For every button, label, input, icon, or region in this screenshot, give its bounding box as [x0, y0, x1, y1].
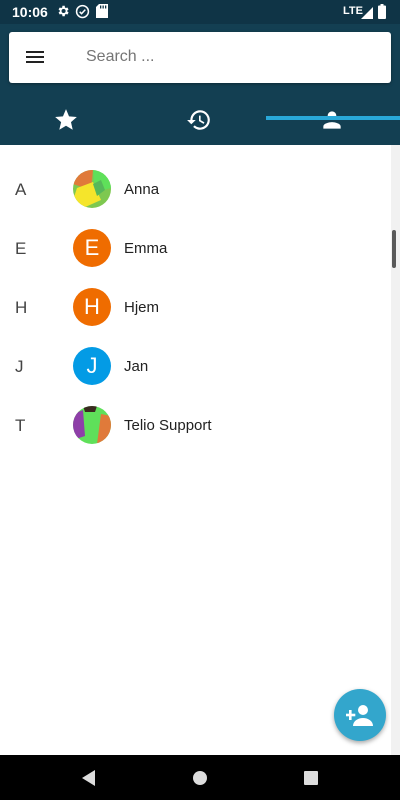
list-item[interactable]: J J Jan [0, 337, 390, 396]
battery-icon [378, 4, 386, 24]
list-item[interactable]: A Anna [0, 160, 390, 219]
home-icon[interactable] [189, 767, 211, 789]
gear-icon [56, 4, 70, 23]
scrollbar-thumb[interactable] [392, 230, 396, 268]
tab-favorites[interactable] [0, 96, 133, 145]
tab-selected-indicator [266, 116, 400, 120]
network-type: LTE [343, 5, 363, 17]
back-icon[interactable] [78, 767, 100, 789]
avatar: J [73, 347, 111, 385]
section-letter: J [15, 357, 24, 376]
avatar-initial: H [84, 294, 100, 319]
recents-icon[interactable] [300, 767, 322, 789]
system-nav-bar [0, 755, 400, 800]
sd-card-icon [96, 4, 108, 23]
add-contact-button[interactable] [334, 689, 386, 741]
signal-icon [361, 6, 373, 24]
list-item[interactable]: T Telio Support [0, 396, 390, 455]
status-time: 10:06 [12, 4, 48, 20]
history-icon [187, 110, 210, 130]
avatar: E [73, 229, 111, 267]
add-person-icon [346, 705, 373, 726]
hamburger-menu-icon[interactable] [21, 43, 49, 71]
avatar [73, 406, 111, 444]
contact-name: Emma [124, 240, 168, 257]
status-bar: 10:06 LTE [0, 0, 400, 24]
tab-contacts[interactable] [266, 96, 399, 145]
check-circle-icon [75, 4, 90, 24]
app-bar [0, 24, 400, 145]
contact-name: Jan [124, 358, 149, 375]
list-item[interactable]: H H Hjem [0, 278, 390, 337]
person-icon [323, 111, 341, 129]
list-item[interactable]: E E Emma [0, 219, 390, 278]
avatar [73, 170, 111, 208]
contact-name: Hjem [124, 299, 160, 316]
section-letter: H [15, 298, 28, 317]
search-bar [9, 32, 391, 83]
section-letter: E [15, 239, 27, 258]
tab-bar [0, 96, 400, 145]
contact-name: Anna [124, 181, 160, 198]
avatar-initial: E [84, 235, 100, 260]
search-input[interactable] [86, 48, 376, 66]
avatar-initial: J [86, 353, 98, 378]
tab-history[interactable] [133, 96, 266, 145]
contact-list: A Anna E E Emma H H Hjem J J Jan T Telio… [0, 145, 390, 755]
avatar: H [73, 288, 111, 326]
contact-name: Telio Support [124, 417, 212, 434]
section-letter: A [15, 180, 27, 199]
section-letter: T [15, 416, 26, 435]
star-icon [55, 109, 77, 130]
